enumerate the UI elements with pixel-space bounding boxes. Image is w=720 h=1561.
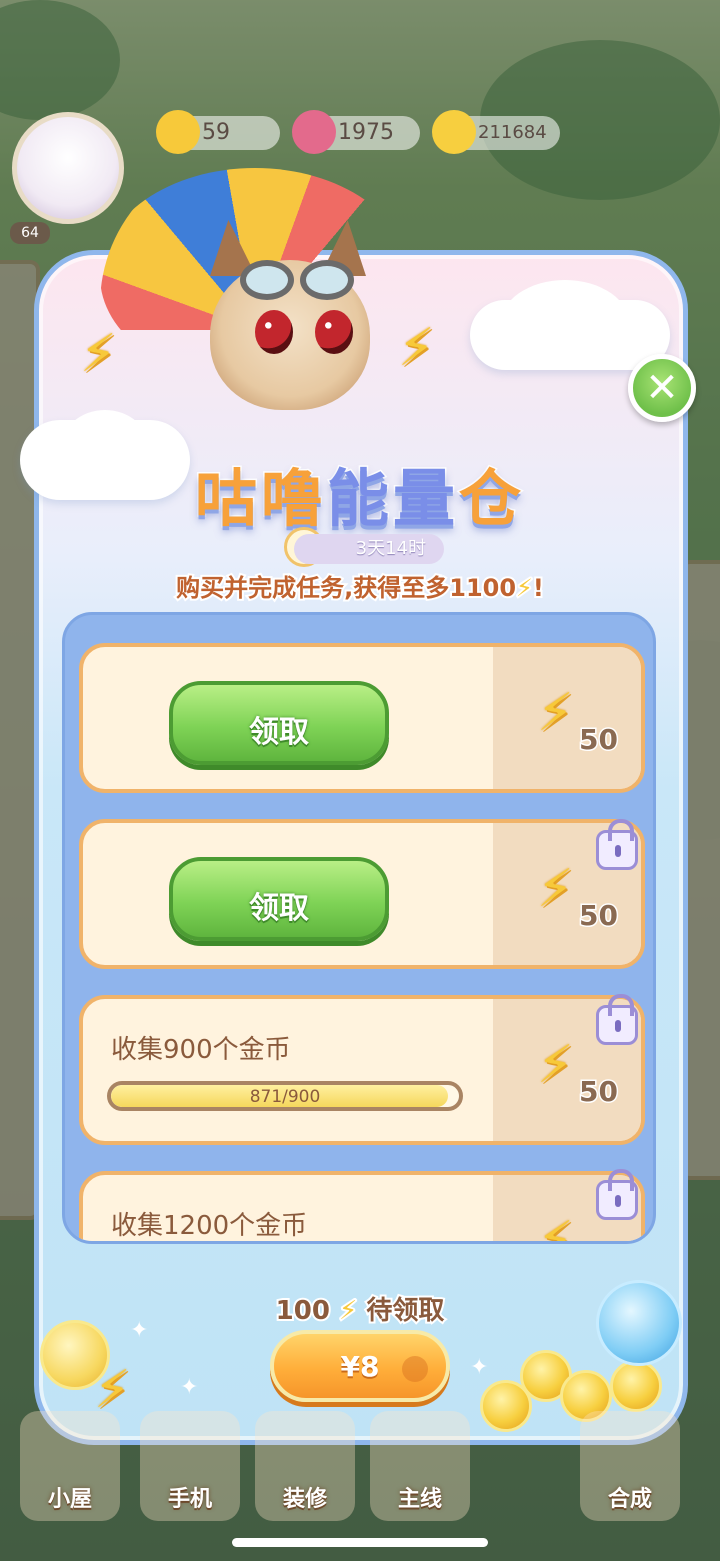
energy-icon: ⚡ [337,1294,359,1328]
task-reward: ⚡ 50 [493,647,641,789]
task-card: 收集1200个金币 ⚡ [79,1171,645,1244]
close-button[interactable]: ✕ [628,354,696,422]
lightning-bolt-icon: ⚡ [537,1211,574,1244]
sparkle-icon: ✦ [180,1375,199,1400]
home-indicator[interactable] [232,1538,488,1547]
nav-label: 主线 [397,1487,442,1512]
task-description: 收集900个金币 [111,1035,291,1065]
energy-icon: ⚡ [514,572,535,604]
coin-icon [432,110,476,154]
task-card: 收集900个金币 871/900 ⚡ 50 [79,995,645,1145]
nav-phone[interactable]: 手机 [140,1411,240,1521]
task-list[interactable]: 领取 ⚡ 50 领取 ⚡ 50 收集900个金币 871/900 ⚡ 50 收集… [62,612,656,1244]
energy-value: 59 [202,120,230,145]
progress-text: 871/900 [249,1087,321,1107]
nav-label: 小屋 [47,1487,92,1512]
pending-amount: 100 [274,1294,332,1328]
player-level-badge: 64 [10,222,50,244]
player-avatar[interactable] [12,112,124,224]
blue-cat-orb-icon [596,1280,682,1366]
nav-label: 手机 [167,1487,212,1512]
claim-button[interactable]: 领取 [169,857,389,941]
countdown-timer: 3天14时 [294,534,444,564]
modal-subtitle: 购买并完成任务,获得至多1100⚡! [0,568,720,604]
claim-button[interactable]: 领取 [169,681,389,765]
title-part-1: 咕噜 [193,461,327,537]
lightning-bolt-icon: ⚡ [398,318,435,378]
title-part-2: 能量 [325,461,459,537]
nav-decorate[interactable]: 装修 [255,1411,355,1521]
claim-button-label: 领取 [249,891,309,926]
nav-merge[interactable]: 合成 [580,1411,680,1521]
task-card: 领取 ⚡ 50 [79,643,645,793]
lightning-bolt-icon: ⚡ [80,324,117,384]
subtitle-suffix: ! [531,572,546,604]
nav-home[interactable]: 小屋 [20,1411,120,1521]
close-icon: ✕ [645,365,679,411]
paw-icon [402,1356,428,1382]
sparkle-icon: ✦ [470,1355,489,1380]
task-card: 领取 ⚡ 50 [79,819,645,969]
cloud-cat-right [500,280,630,370]
nav-label: 合成 [607,1487,652,1512]
gem-counter[interactable]: 1975 [292,110,420,154]
pilot-cat-illustration [150,220,400,420]
modal-title: 咕噜能量仓 [0,448,720,538]
lock-icon [596,994,638,1045]
task-progress-bar: 871/900 [107,1081,463,1111]
lock-icon [596,1169,638,1220]
purchase-button[interactable]: ¥8 [270,1330,450,1402]
energy-counter[interactable]: 59 [156,110,280,154]
claim-button-label: 领取 [249,715,309,750]
energy-icon [156,110,200,154]
title-part-3: 仓 [457,461,526,537]
reward-amount: 50 [578,898,620,934]
gem-icon [292,110,336,154]
lock-icon [596,819,638,870]
sparkle-icon: ✦ [130,1318,149,1343]
gem-value: 1975 [338,120,394,145]
nav-main-quest[interactable]: 主线 [370,1411,470,1521]
pending-label: 待领取 [364,1294,446,1328]
task-description: 收集1200个金币 [111,1211,308,1241]
subtitle-text: 购买并完成任务,获得至多1100 [174,572,518,604]
nav-label: 装修 [282,1487,327,1512]
coin-value: 211684 [478,122,547,143]
reward-amount: 50 [578,1074,620,1110]
bottom-nav: 小屋 手机 装修 主线 合成 [0,1401,720,1521]
reward-amount: 50 [578,722,620,758]
coin-counter[interactable]: 211684 [432,110,560,154]
